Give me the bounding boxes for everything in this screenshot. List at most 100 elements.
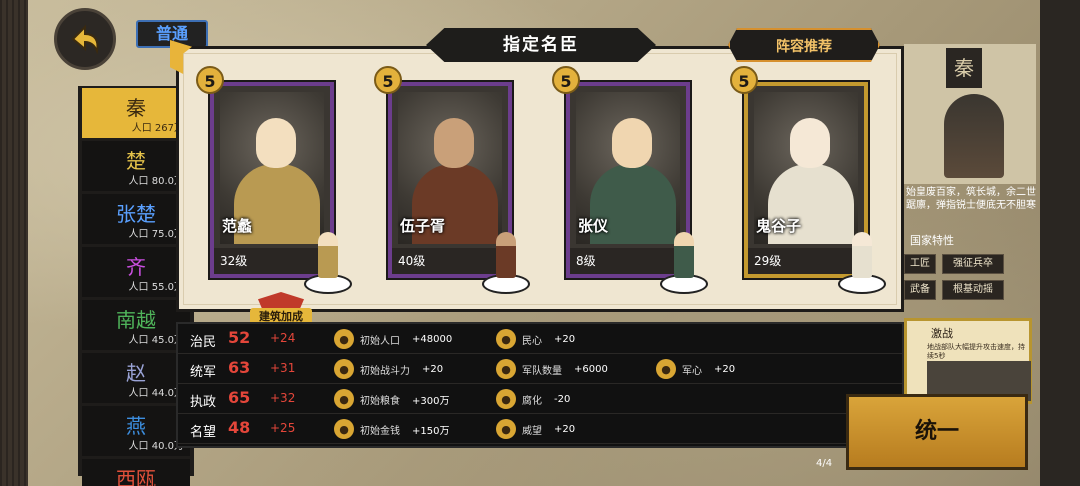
war-card[interactable]: 激战 地战部队大幅提升攻击速度，持续5秒 [904, 318, 1032, 404]
minister-chibi [836, 228, 888, 294]
faction-portrait: 秦 [904, 44, 1036, 184]
army-icon: ● [496, 359, 516, 379]
map-border-right [1040, 0, 1080, 486]
traits-heading: 国家特性 [910, 234, 954, 247]
stat-row: 统军 63 +31 ● 初始战斗力 +20 ● 军队数量 +6000 ● 军心 +20 [178, 354, 902, 384]
morale-icon: ● [656, 359, 676, 379]
nation-name: 赵 [126, 361, 146, 385]
stat-value: 48 [228, 418, 251, 437]
sword-icon: ● [334, 359, 354, 379]
stat-effect: ● 腐化 -20 [496, 388, 570, 410]
minister-head [434, 118, 474, 168]
effect-value: +300万 [412, 395, 450, 407]
chibi-figure [496, 232, 516, 278]
chibi-figure [852, 232, 872, 278]
nation-item[interactable]: 楚人口 80.0万 [82, 141, 190, 191]
chibi-figure [318, 232, 338, 278]
nation-item[interactable]: 燕人口 40.0万 [82, 406, 190, 456]
stat-row: 名望 48 +25 ● 初始金钱 +150万 ● 威望 +20 [178, 414, 902, 444]
chibi-figure [674, 232, 694, 278]
effect-value: +20 [554, 423, 576, 435]
emperor-figure [944, 94, 1004, 178]
effect-value: -20 [554, 393, 571, 405]
nation-item[interactable]: 西瓯 [82, 459, 190, 486]
nation-item[interactable]: 南越 人口 45.0万 [82, 300, 190, 350]
minister-head [256, 118, 296, 168]
trait-tag[interactable]: 根基动摇 [942, 280, 1004, 300]
stat-row: 执政 65 +32 ● 初始粮食 +300万 ● 腐化 -20 [178, 384, 902, 414]
effect-value: +48000 [412, 333, 453, 345]
effect-value: +20 [554, 333, 576, 345]
minister-head [790, 118, 830, 168]
nation-item[interactable]: 齐人口 55.0万 [82, 247, 190, 297]
stat-value: 65 [228, 388, 251, 407]
nation-name: 秦 [126, 96, 146, 120]
minister-name: 鬼谷子 [756, 217, 802, 235]
stat-row: 治民 52 +24 ● 初始人口 +48000 ● 民心 +20 [178, 324, 902, 354]
war-card-description: 地战部队大幅提升攻击速度，持续5秒 [927, 343, 1025, 360]
effect-label: 初始粮食 [360, 395, 400, 407]
corruption-icon: ● [496, 389, 516, 409]
prestige-icon: ● [496, 419, 516, 439]
effect-label: 威望 [522, 425, 542, 437]
nation-item[interactable]: 张楚 人口 75.0万 [82, 194, 190, 244]
stat-attribute: 统军 [190, 365, 217, 380]
minister-head [612, 118, 652, 168]
effect-label: 军队数量 [522, 365, 562, 377]
effect-value: +150万 [412, 425, 450, 437]
star-rank-badge: 5 [374, 66, 402, 94]
back-arrow-icon [71, 24, 99, 55]
stat-effect: ● 民心 +20 [496, 328, 575, 350]
stat-effect: ● 军队数量 +6000 [496, 358, 608, 380]
nation-name: 南越 [116, 308, 156, 332]
stat-effect: ● 初始金钱 +150万 [334, 418, 449, 440]
minister-chibi [302, 228, 354, 294]
effect-label: 军心 [682, 365, 702, 377]
minister-name: 张仪 [578, 217, 609, 235]
star-rank-badge: 5 [730, 66, 758, 94]
stat-effect: ● 初始粮食 +300万 [334, 388, 449, 410]
coin-icon: ● [334, 419, 354, 439]
nation-name: 张楚 [116, 202, 156, 226]
stat-attribute: 治民 [190, 335, 217, 350]
unify-button[interactable]: 统一 [846, 394, 1028, 470]
stat-effect: ● 初始战斗力 +20 [334, 358, 443, 380]
stat-bonus: +25 [270, 421, 296, 435]
stat-attribute: 名望 [190, 425, 217, 440]
effect-label: 初始人口 [360, 335, 400, 347]
back-button[interactable] [54, 8, 116, 70]
trait-tag[interactable]: 工匠 [904, 254, 936, 274]
nation-name: 西瓯 [116, 467, 156, 486]
stat-effect: ● 初始人口 +48000 [334, 328, 452, 350]
minister-name: 伍子胥 [400, 217, 446, 235]
nation-item[interactable]: 赵人口 44.0万 [82, 353, 190, 403]
war-card-title: 激战 [931, 327, 953, 340]
stat-effect: ● 威望 +20 [496, 418, 575, 440]
stat-effect: ● 军心 +20 [656, 358, 735, 380]
page-indicator: 4/4 [816, 458, 833, 469]
map-border-left [0, 0, 28, 486]
person-icon: ● [334, 329, 354, 349]
stats-table: 治民 52 +24 ● 初始人口 +48000 ● 民心 +20 统军 63 +31 ● 初始战斗力 +20… [176, 322, 904, 448]
trait-tag[interactable]: 强征兵卒 [942, 254, 1004, 274]
effect-label: 初始战斗力 [360, 365, 410, 377]
minister-chibi [658, 228, 710, 294]
stat-bonus: +32 [270, 391, 296, 405]
minister-name: 范蠡 [222, 217, 253, 235]
minister-chibi [480, 228, 532, 294]
trait-tag[interactable]: 武备 [904, 280, 936, 300]
stat-bonus: +31 [270, 361, 296, 375]
nation-name: 楚 [126, 149, 146, 173]
stat-value: 52 [228, 328, 251, 347]
star-rank-badge: 5 [196, 66, 224, 94]
faction-tag: 秦 [946, 48, 982, 88]
panel-title: 指定名臣 [426, 28, 656, 62]
nation-name: 燕 [126, 414, 146, 438]
nation-item[interactable]: 秦人口 267万 [82, 88, 190, 138]
lineup-recommend-button[interactable]: 阵容推荐 [728, 28, 880, 62]
stat-attribute: 执政 [190, 395, 217, 410]
effect-value: +20 [422, 363, 444, 375]
effect-label: 民心 [522, 335, 542, 347]
star-rank-badge: 5 [552, 66, 580, 94]
effect-label: 初始金钱 [360, 425, 400, 437]
